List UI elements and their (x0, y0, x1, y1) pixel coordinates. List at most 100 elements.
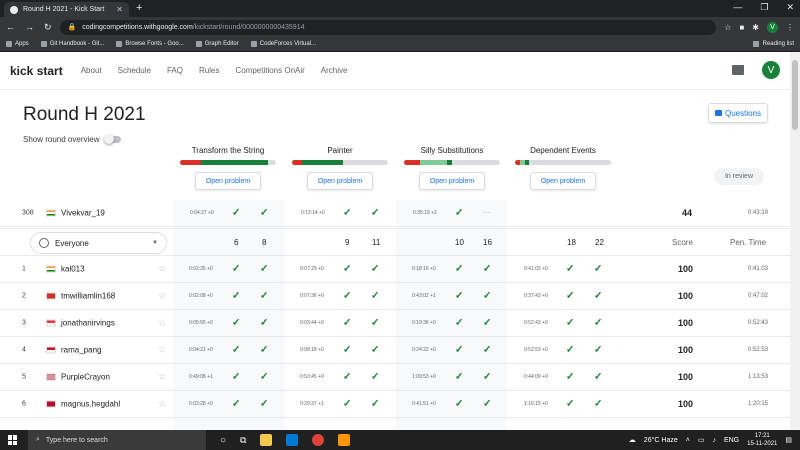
problem-name: Painter (327, 146, 353, 155)
bookmark-apps[interactable]: Apps (6, 41, 29, 47)
network-icon[interactable]: ▭ (698, 436, 705, 444)
problem-time: 0:20:37 +1 (300, 401, 324, 407)
problem-progress-bar (180, 160, 276, 165)
weather-text[interactable]: 26°C Haze (644, 437, 678, 444)
score-header[interactable]: Score (672, 238, 693, 247)
nav-archive[interactable]: Archive (321, 66, 348, 75)
browser-tab[interactable]: Round H 2021 - Kick Start ✕ (4, 2, 129, 17)
check-icon: ✓ (260, 371, 269, 383)
window-controls: — ❐ ✕ (733, 2, 794, 13)
star-icon[interactable]: ☆ (158, 399, 166, 410)
taskbar-search[interactable]: ⌕ Type here to search (28, 430, 206, 450)
check-icon: ✓ (455, 398, 464, 410)
bookmark-fonts[interactable]: Browse Fonts - Goo... (116, 41, 184, 47)
bookmark-label: Apps (15, 41, 29, 47)
language-indicator[interactable]: ENG (724, 437, 739, 444)
problem-time: 0:07:29 +0 (300, 266, 324, 272)
questions-button[interactable]: Questions (708, 103, 768, 123)
nav-rules[interactable]: Rules (199, 66, 219, 75)
nav-schedule[interactable]: Schedule (118, 66, 151, 75)
username[interactable]: Vivekvar_19 (61, 209, 105, 218)
search-icon: ⌕ (36, 436, 40, 443)
back-icon[interactable]: ← (6, 22, 15, 33)
username[interactable]: rama_pang (61, 346, 101, 355)
star-icon[interactable]: ☆ (158, 372, 166, 383)
feedback-icon[interactable] (732, 65, 744, 75)
solved-fill (447, 160, 452, 165)
maximize-icon[interactable]: ❐ (760, 2, 768, 13)
nav-faq[interactable]: FAQ (167, 66, 183, 75)
username[interactable]: tmwilliamlin168 (61, 292, 115, 301)
filter-value: Everyone (55, 238, 89, 248)
open-problem-button[interactable]: Open problem (530, 172, 596, 190)
url-field[interactable]: 🔒 codingcompetitions.withgoogle.com/kick… (59, 19, 717, 35)
reading-list[interactable]: Reading list (752, 41, 794, 47)
check-icon: ✓ (371, 290, 380, 302)
taskbar-search-placeholder: Type here to search (45, 436, 108, 444)
scrollbar-thumb[interactable] (792, 60, 798, 130)
lock-icon: 🔒 (67, 24, 77, 31)
check-icon: ✓ (371, 263, 380, 275)
top-nav: About Schedule FAQ Rules Competitions On… (81, 66, 348, 75)
minimize-icon[interactable]: — (733, 2, 742, 13)
task-view-icon[interactable]: ⧉ (240, 435, 246, 446)
problem-progress-bar (515, 160, 611, 165)
nav-about[interactable]: About (81, 66, 102, 75)
open-problem-button[interactable]: Open problem (419, 172, 485, 190)
notification-icon[interactable]: ▤ (785, 436, 792, 444)
tray-chevron-icon[interactable]: ˄ (686, 437, 690, 444)
round-overview-toggle[interactable] (104, 134, 122, 144)
check-icon: ✓ (455, 344, 464, 356)
profile-avatar[interactable]: V (767, 21, 778, 33)
star-icon[interactable]: ☆ (158, 264, 166, 275)
bookmark-graph[interactable]: Graph Editor (195, 41, 239, 47)
star-icon[interactable]: ☆ (158, 345, 166, 356)
username[interactable]: magnus.hegdahl (61, 400, 120, 409)
country-filter-select[interactable]: Everyone ▼ (30, 232, 167, 254)
page-scrollbar[interactable] (790, 52, 800, 430)
extension-icon[interactable]: ■ (739, 23, 744, 32)
forward-icon[interactable]: → (25, 22, 34, 33)
url-path: /kickstart/round/0000000000435914 (192, 23, 305, 31)
cortana-icon[interactable]: ○ (220, 435, 226, 446)
username[interactable]: jonathanirvings (61, 319, 115, 328)
problem-time: 0:35:19 +2 (413, 210, 437, 216)
menu-icon[interactable]: ⋮ (786, 23, 794, 32)
problem-time: 0:04:21 +0 (189, 347, 213, 353)
rank: 6 (22, 400, 26, 408)
weather-icon[interactable]: ☁ (629, 436, 636, 444)
sublime-icon[interactable] (338, 434, 351, 446)
problem-time: 0:52:43 +0 (524, 320, 548, 326)
chrome-icon[interactable] (312, 434, 325, 446)
clock-time: 17:21 (754, 433, 770, 439)
nav-competitions-onair[interactable]: Competitions OnAir (235, 66, 304, 75)
file-explorer-icon[interactable] (260, 434, 273, 446)
bookmark-git[interactable]: Git Handbook - Git... (40, 41, 104, 47)
star-icon[interactable]: ☆ (158, 318, 166, 329)
bookmark-star-icon[interactable]: ☆ (724, 23, 731, 32)
user-avatar[interactable]: V (762, 61, 780, 79)
attempted-fill (404, 160, 421, 165)
new-tab-icon[interactable]: + (136, 2, 142, 14)
volume-icon[interactable]: ♪ (712, 437, 716, 444)
check-icon: ✓ (594, 263, 603, 275)
username[interactable]: kal013 (61, 265, 85, 274)
reload-icon[interactable]: ↻ (44, 22, 52, 33)
open-problem-button[interactable]: Open problem (307, 172, 373, 190)
close-tab-icon[interactable]: ✕ (116, 5, 123, 14)
username[interactable]: PurpleCrayon (61, 373, 110, 382)
problem-time: 1:09:53 +0 (412, 374, 436, 380)
clock[interactable]: 17:21 15-11-2021 (747, 432, 777, 448)
close-window-icon[interactable]: ✕ (786, 2, 794, 13)
brand-logo[interactable]: kick start (10, 64, 63, 78)
mail-icon[interactable] (286, 434, 299, 446)
puzzle-icon[interactable]: ✱ (752, 23, 759, 32)
check-icon: ✓ (455, 371, 464, 383)
star-icon[interactable]: ☆ (158, 291, 166, 302)
open-problem-button[interactable]: Open problem (195, 172, 261, 190)
penalty-header[interactable]: Pen. Time (730, 238, 766, 247)
windows-start-icon[interactable] (8, 435, 18, 445)
bookmark-codeforces[interactable]: CodeForces Virtual... (250, 41, 316, 47)
check-icon: ✓ (455, 263, 464, 275)
site-header: kick start About Schedule FAQ Rules Comp… (0, 52, 790, 90)
